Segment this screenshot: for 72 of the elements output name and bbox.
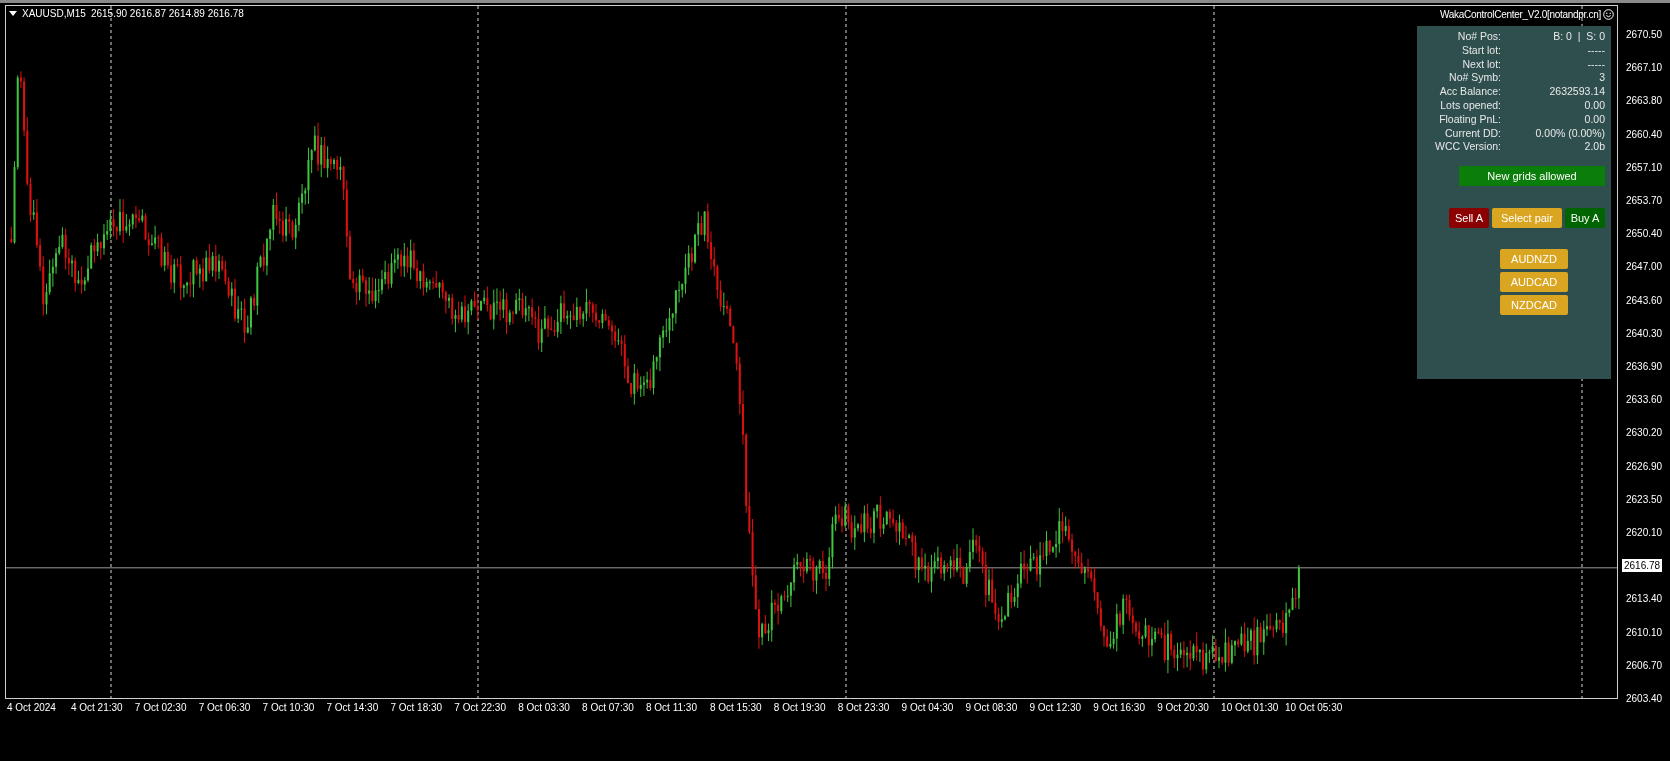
stat-value: 2.0b <box>1583 140 1605 155</box>
price-label: 2640.30 <box>1625 326 1664 340</box>
stat-value: 0.00% (0.00%) <box>1534 126 1605 141</box>
select-pair-button[interactable]: Select pair <box>1492 208 1562 229</box>
price-label: 2610.10 <box>1625 625 1664 639</box>
price-label: 2650.40 <box>1625 227 1664 241</box>
buy-button[interactable]: Buy A <box>1565 208 1605 229</box>
time-label: 7 Oct 10:30 <box>262 702 315 713</box>
status-banner: New grids allowed <box>1459 166 1605 187</box>
stat-value: 3 <box>1598 71 1605 86</box>
stat-label: No# Pos: <box>1456 30 1501 44</box>
stat-value: 0.00 <box>1583 112 1605 127</box>
price-label: 2630.20 <box>1625 426 1664 440</box>
price-label: 2670.50 <box>1625 28 1664 41</box>
pair-button[interactable]: AUDCAD <box>1500 272 1568 293</box>
price-label: 2626.90 <box>1625 459 1664 473</box>
smiley-icon <box>1603 9 1614 20</box>
current-price-label: 2616.78 <box>1622 559 1663 573</box>
time-label: 4 Oct 21:30 <box>70 702 123 713</box>
price-label: 2647.00 <box>1625 260 1664 274</box>
pair-button[interactable]: AUDNZD <box>1500 249 1568 270</box>
time-label: 7 Oct 22:30 <box>454 702 506 713</box>
stat-label: No# Symb: <box>1448 71 1501 86</box>
time-label: 10 Oct 01:30 <box>1221 702 1279 713</box>
price-label: 2667.10 <box>1625 61 1664 75</box>
time-label: 8 Oct 07:30 <box>582 702 634 713</box>
stat-label: Acc Balance: <box>1438 85 1501 99</box>
price-label: 2643.60 <box>1625 293 1664 307</box>
stat-value: ----- <box>1586 43 1605 58</box>
time-label: 8 Oct 23:30 <box>837 702 890 713</box>
time-label: 8 Oct 19:30 <box>773 702 826 713</box>
stat-label: Floating PnL: <box>1438 112 1501 127</box>
dropdown-triangle-icon[interactable] <box>9 10 17 17</box>
time-label: 7 Oct 18:30 <box>390 702 443 713</box>
price-label: 2606.70 <box>1625 658 1664 672</box>
stat-value: ----- <box>1586 57 1605 72</box>
time-label: 8 Oct 15:30 <box>709 702 762 713</box>
price-label: 2653.70 <box>1625 194 1664 207</box>
price-label: 2623.50 <box>1625 492 1664 506</box>
price-label: 2636.90 <box>1625 360 1664 373</box>
price-label: 2603.40 <box>1625 692 1664 705</box>
ohlc-values: 2615.90 2616.87 2614.89 2616.78 <box>90 8 244 19</box>
time-label: 8 Oct 03:30 <box>518 702 570 713</box>
price-label: 2620.10 <box>1625 526 1664 539</box>
stat-value: B: 0 | S: 0 <box>1552 30 1605 44</box>
stat-label: Current DD: <box>1444 126 1501 141</box>
time-label: 9 Oct 12:30 <box>1029 702 1082 713</box>
time-label: 7 Oct 02:30 <box>134 702 187 713</box>
time-label: 4 Oct 2024 <box>7 702 56 713</box>
price-label: 2657.10 <box>1625 160 1664 174</box>
sell-button[interactable]: Sell A <box>1449 208 1489 229</box>
panel-title: WakaControlCenter_V2.0[notandpr.cn] <box>1440 9 1601 20</box>
time-label: 8 Oct 11:30 <box>646 702 697 713</box>
time-label: 9 Oct 16:30 <box>1093 702 1145 713</box>
time-label: 9 Oct 20:30 <box>1157 702 1209 713</box>
price-label: 2613.40 <box>1625 592 1664 606</box>
time-label: 7 Oct 14:30 <box>326 702 379 713</box>
stat-label: Lots opened: <box>1439 99 1501 113</box>
stat-value: 2632593.14 <box>1548 85 1605 99</box>
stat-label: Start lot: <box>1460 43 1501 58</box>
time-label: 9 Oct 08:30 <box>965 702 1018 713</box>
stat-label: Next lot: <box>1461 57 1501 72</box>
pair-button[interactable]: NZDCAD <box>1500 295 1568 316</box>
time-label: 7 Oct 06:30 <box>198 702 251 713</box>
price-label: 2663.80 <box>1625 94 1664 108</box>
price-label: 2660.40 <box>1625 127 1664 141</box>
stat-label: WCC Version: <box>1434 140 1501 155</box>
time-label: 10 Oct 05:30 <box>1285 702 1343 713</box>
stat-value: 0.00 <box>1583 99 1605 113</box>
time-label: 9 Oct 04:30 <box>901 702 954 713</box>
price-label: 2633.60 <box>1625 393 1664 407</box>
chart-symbol: XAUUSD,M15 <box>22 8 86 19</box>
